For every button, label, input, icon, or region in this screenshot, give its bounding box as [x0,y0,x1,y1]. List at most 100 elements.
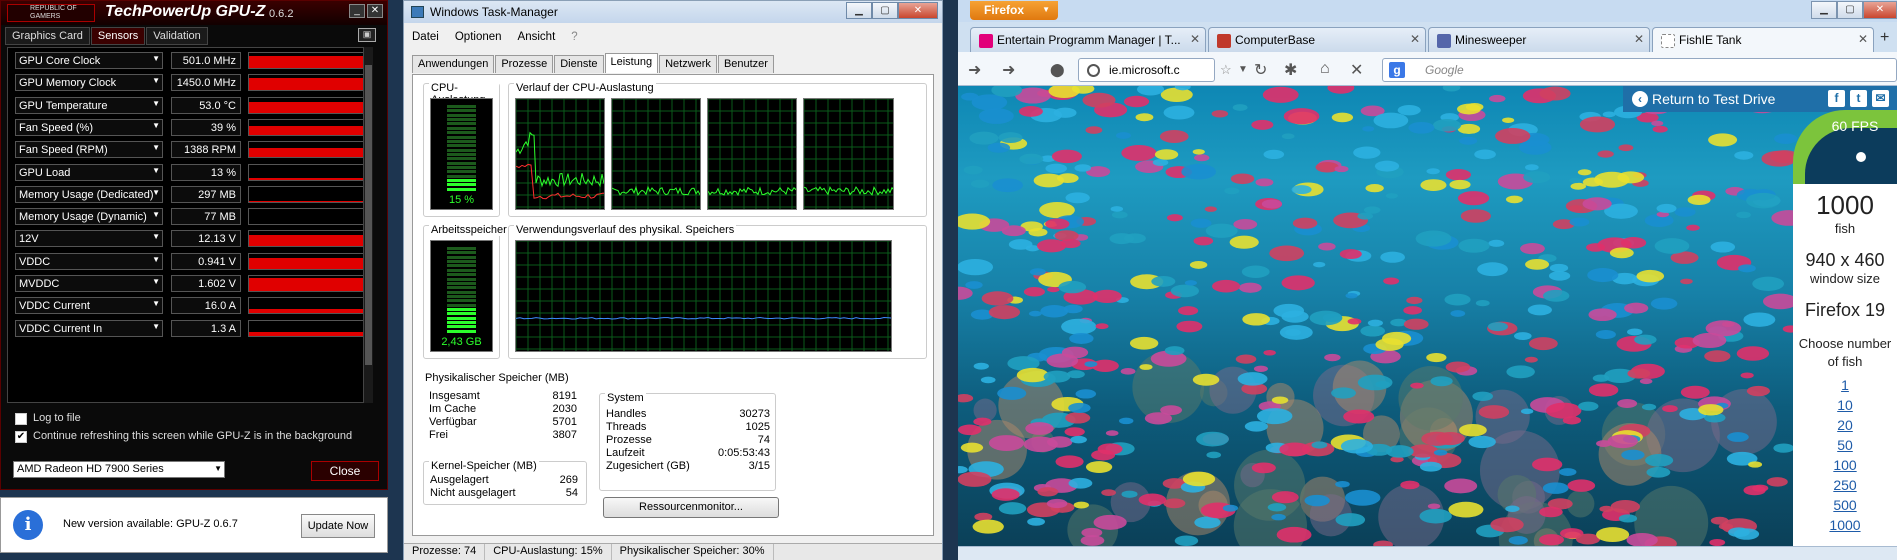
fish-option-link[interactable]: 1 [1793,375,1897,395]
tab-dienste[interactable]: Dienste [554,55,604,73]
close-icon[interactable]: ✕ [367,4,383,18]
sensor-label[interactable]: MVDDC ▼ [15,275,163,292]
fish [1415,230,1452,247]
maximize-button[interactable]: ▢ [1837,1,1863,19]
tab-leistung[interactable]: Leistung [604,53,659,73]
browser-tab[interactable]: Minesweeper ✕ [1428,27,1650,52]
sensor-label[interactable]: 12V ▼ [15,230,163,248]
return-to-test-drive-link[interactable]: ‹ Return to Test Drive [1632,91,1775,107]
back-icon[interactable]: ➜ [968,60,981,80]
twitter-icon[interactable]: t [1850,90,1867,107]
menu-ansicht[interactable]: Ansicht [510,29,564,47]
fish [1251,119,1274,130]
sensor-label[interactable]: GPU Core Clock ▼ [15,52,163,69]
fish [1562,416,1582,425]
sensor-label[interactable]: Fan Speed (RPM) ▼ [15,141,163,159]
menu-help[interactable]: ? [563,29,585,47]
browser-tab-active[interactable]: FishIE Tank ✕ [1652,27,1874,52]
fish-option-link[interactable]: 20 [1793,415,1897,435]
menu-datei[interactable]: Datei [404,29,447,47]
meter-segment [447,286,476,290]
sensor-label[interactable]: Memory Usage (Dedicated) ▼ [15,185,163,203]
facebook-icon[interactable]: f [1828,90,1845,107]
search-input[interactable]: g Google [1382,58,1897,82]
gpu-select[interactable]: AMD Radeon HD 7900 Series ▼ [13,461,225,478]
scroll-thumb[interactable] [365,65,372,365]
close-button[interactable]: Close [311,461,379,481]
fish-option-link[interactable]: 1000 [1793,515,1897,535]
continue-refresh-checkbox[interactable]: ✔ [15,431,27,443]
fish-option-link[interactable]: 500 [1793,495,1897,515]
fishtank-canvas[interactable] [958,86,1897,546]
fish [1656,203,1677,213]
tab-graphics-card[interactable]: Graphics Card [5,27,90,45]
tab-validation[interactable]: Validation [146,27,208,45]
tab-netzwerk[interactable]: Netzwerk [659,55,717,73]
stat-value: 269 [559,474,578,486]
close-button[interactable]: ✕ [1863,1,1897,19]
bookmarks-icon[interactable]: ✱ [1284,60,1297,80]
sensor-label[interactable]: VDDC Current In ▼ [15,319,163,337]
minimize-button[interactable]: ▁ [1811,1,1837,19]
sensor-label[interactable]: GPU Temperature ▼ [15,96,163,114]
log-to-file-checkbox[interactable] [15,413,27,425]
browser-tab[interactable]: ComputerBase ✕ [1208,27,1426,52]
sensor-label[interactable]: GPU Load ▼ [15,163,163,181]
sensor-graph [248,275,366,292]
sensor-graph [248,319,366,337]
stat-key: Verfügbar [429,416,477,428]
close-tab-icon[interactable]: ✕ [1858,32,1868,46]
maximize-button[interactable]: ▢ [872,2,898,19]
fish [1587,268,1619,283]
fish [1652,125,1668,133]
tab-sensors[interactable]: Sensors [90,27,146,45]
sensor-label[interactable]: Fan Speed (%) ▼ [15,118,163,136]
tab-anwendungen[interactable]: Anwendungen [412,55,495,73]
sensor-graph-fill [249,235,365,247]
update-now-button[interactable]: Update Now [301,514,375,538]
close-tab-icon[interactable]: ✕ [1410,32,1420,46]
history-icon[interactable]: ⬤ [1050,62,1065,78]
fish [1708,133,1738,147]
home-icon[interactable]: ⌂ [1320,60,1330,78]
fish-option-link[interactable]: 250 [1793,475,1897,495]
tab-prozesse[interactable]: Prozesse [495,55,554,73]
fish [1205,223,1238,238]
fish [1362,126,1375,132]
sensor-label[interactable]: Memory Usage (Dynamic) ▼ [15,208,163,226]
close-tab-icon[interactable]: ✕ [1190,32,1200,46]
firefox-menu-button[interactable]: Firefox ▼ [970,1,1058,20]
sensor-scrollbar[interactable] [363,47,373,403]
url-bar[interactable]: ie.microsoft.c [1078,58,1215,82]
fish-option-link[interactable]: 100 [1793,455,1897,475]
physical-memory-stats: Insgesamt 8191 Im Cache 2030 Verfügbar 5701 Fr… [429,390,577,450]
fish-option-link[interactable]: 50 [1793,435,1897,455]
close-tab-icon[interactable]: ✕ [1634,32,1644,46]
browser-tab[interactable]: Entertain Programm Manager | T... ✕ [970,27,1206,52]
resource-monitor-button[interactable]: Ressourcenmonitor... [603,497,779,518]
email-icon[interactable]: ✉ [1872,90,1889,107]
minimize-button[interactable]: ▁ [846,2,872,19]
menu-optionen[interactable]: Optionen [447,29,510,47]
kernel-memory-title: Kernel-Speicher (MB) [429,460,539,472]
fish [958,424,982,436]
fish [1410,382,1424,389]
stop-icon[interactable]: ✕ [1350,60,1363,80]
fish-option-link[interactable]: 10 [1793,395,1897,415]
reload-icon[interactable]: ↻ [1254,60,1267,80]
new-tab-icon[interactable]: + [1880,29,1889,47]
sensor-label[interactable]: GPU Memory Clock ▼ [15,74,163,92]
sensor-label[interactable]: VDDC Current ▼ [15,297,163,315]
tab-benutzer[interactable]: Benutzer [717,55,774,73]
fish [1385,193,1398,199]
bookmark-star-icon[interactable]: ☆ [1220,62,1232,78]
url-dropdown-icon[interactable]: ▼ [1238,64,1248,75]
screenshot-icon[interactable]: ▣ [358,28,376,42]
close-button[interactable]: ✕ [898,2,938,19]
sensor-label[interactable]: VDDC ▼ [15,252,163,270]
cpu-meter-bars [447,105,476,191]
minimize-button[interactable]: _ [349,4,365,18]
fish [1433,449,1448,456]
fish [1256,408,1293,425]
forward-icon[interactable]: ➜ [1002,60,1015,80]
